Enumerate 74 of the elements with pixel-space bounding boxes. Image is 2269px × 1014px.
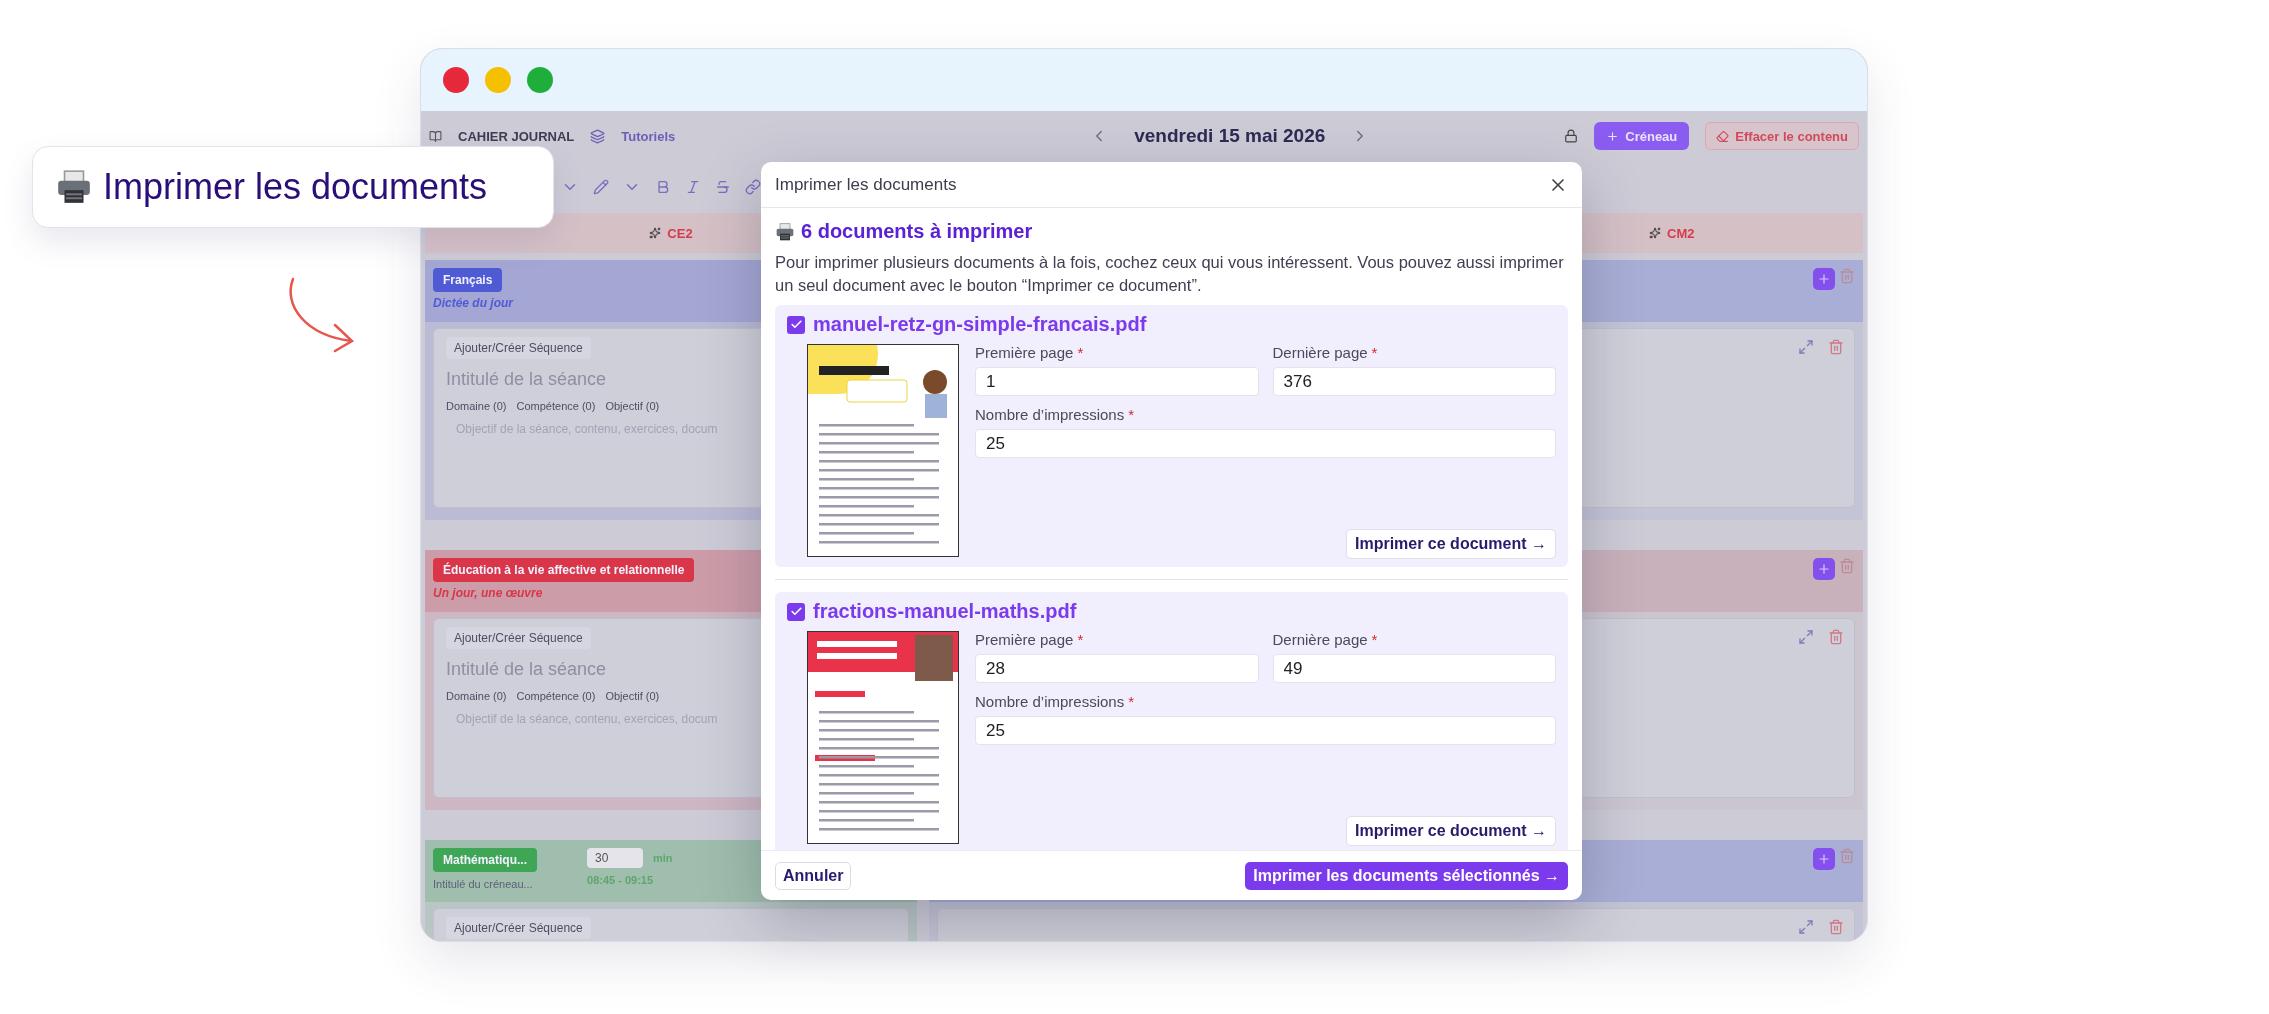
checkmark-icon bbox=[789, 318, 803, 331]
documents-count-heading: 6 documents à imprimer bbox=[801, 220, 1033, 243]
subject-tag[interactable]: Éducation à la vie affective et relationnelle bbox=[433, 558, 695, 582]
add-slot-button[interactable]: Créneau bbox=[1594, 122, 1690, 150]
instructions-text: Pour imprimer plusieurs documents à la fois, cochez ceux qui vous intéressent. Vous pouvez aussi imprimer un seul document avec le bouton “Imprimer ce document”. bbox=[775, 252, 1565, 296]
document-filename: fractions-manuel-maths.pdf bbox=[813, 600, 1077, 623]
tutorials-link[interactable]: Tutoriels bbox=[621, 128, 676, 144]
minutes-field[interactable]: 30 bbox=[587, 848, 643, 868]
document-filename: manuel-retz-gn-simple-francais.pdf bbox=[813, 313, 1147, 336]
add-icon[interactable] bbox=[1813, 268, 1835, 290]
lock-icon[interactable] bbox=[1564, 129, 1579, 143]
trash-icon[interactable] bbox=[1828, 629, 1844, 645]
print-selected-button[interactable]: Imprimer les documents sélectionnés → bbox=[1245, 861, 1568, 890]
printer-icon bbox=[775, 221, 795, 242]
domain-chip[interactable]: Domaine (0) bbox=[446, 400, 507, 412]
add-sequence-button[interactable]: Ajouter/Créer Séquence bbox=[446, 337, 591, 359]
page-number-field[interactable]: 25 bbox=[975, 429, 1556, 458]
app-title: CAHIER JOURNAL bbox=[458, 128, 575, 144]
maximize-window-icon[interactable] bbox=[527, 67, 553, 93]
print-document-button[interactable]: Imprimer ce document → bbox=[1345, 816, 1556, 846]
expand-icon[interactable] bbox=[1798, 919, 1814, 935]
slot-subtitle: Dictée du jour bbox=[433, 296, 513, 310]
print-document-button[interactable]: Imprimer ce document → bbox=[1345, 529, 1556, 559]
objective-chip[interactable]: Objectif (0) bbox=[605, 690, 660, 702]
field-label: Dernière page * bbox=[1272, 631, 1379, 648]
eraser-icon bbox=[1716, 129, 1730, 143]
trash-icon[interactable] bbox=[1828, 339, 1844, 355]
printer-icon bbox=[55, 168, 93, 206]
trash-icon[interactable] bbox=[1839, 558, 1855, 574]
checkmark-icon bbox=[789, 605, 803, 618]
add-icon[interactable] bbox=[1813, 848, 1835, 870]
field-label: Première page * bbox=[975, 344, 1085, 361]
add-icon[interactable] bbox=[1813, 558, 1835, 580]
field-label: Première page * bbox=[975, 631, 1085, 648]
callout-title: Imprimer les documents bbox=[103, 166, 488, 208]
link-icon[interactable] bbox=[745, 179, 761, 195]
objective-chip[interactable]: Objectif (0) bbox=[605, 400, 660, 412]
current-date: vendredi 15 mai 2026 bbox=[1134, 125, 1326, 147]
field-label: Nombre d’impressions * bbox=[975, 406, 1136, 423]
close-window-icon[interactable] bbox=[443, 67, 469, 93]
domain-chip[interactable]: Domaine (0) bbox=[446, 690, 507, 702]
expand-icon[interactable] bbox=[1798, 629, 1814, 645]
slot-title-field[interactable]: Intitulé du créneau... bbox=[433, 878, 537, 890]
page-number-field[interactable]: 28 bbox=[975, 654, 1259, 683]
field-label: Nombre d’impressions * bbox=[975, 693, 1136, 710]
document-checkbox[interactable] bbox=[787, 315, 805, 334]
slot-subtitle: Un jour, une œuvre bbox=[433, 586, 543, 600]
cancel-button[interactable]: Annuler bbox=[775, 861, 852, 890]
page-number-field[interactable]: 376 bbox=[1272, 367, 1556, 396]
document-checkbox[interactable] bbox=[787, 602, 805, 621]
dialog-title: Imprimer les documents bbox=[775, 174, 957, 195]
bold-icon[interactable] bbox=[655, 179, 671, 195]
subject-tag[interactable]: Français bbox=[433, 268, 503, 292]
page-number-field[interactable]: 25 bbox=[975, 716, 1556, 745]
pen-icon[interactable] bbox=[593, 179, 609, 195]
book-icon bbox=[429, 129, 442, 143]
page-number-field[interactable]: 49 bbox=[1272, 654, 1556, 683]
class-label: CE2 bbox=[667, 225, 693, 241]
minimize-window-icon[interactable] bbox=[485, 67, 511, 93]
minutes-unit: min bbox=[653, 852, 673, 864]
add-sequence-button[interactable]: Ajouter/Créer Séquence bbox=[446, 627, 591, 649]
plus-icon bbox=[1606, 129, 1620, 143]
page-number-field[interactable]: 1 bbox=[975, 367, 1259, 396]
time-range: 08:45 - 09:15 bbox=[587, 874, 655, 886]
class-label: CM2 bbox=[1667, 225, 1695, 241]
trash-icon[interactable] bbox=[1828, 919, 1844, 935]
italic-icon[interactable] bbox=[685, 179, 701, 195]
strikethrough-icon[interactable] bbox=[715, 179, 731, 195]
field-label: Dernière page * bbox=[1272, 344, 1379, 361]
layers-icon bbox=[590, 128, 606, 144]
expand-icon[interactable] bbox=[1798, 339, 1814, 355]
add-sequence-button[interactable]: Ajouter/Créer Séquence bbox=[446, 917, 591, 939]
competence-chip[interactable]: Compétence (0) bbox=[516, 400, 596, 412]
competence-chip[interactable]: Compétence (0) bbox=[516, 690, 596, 702]
